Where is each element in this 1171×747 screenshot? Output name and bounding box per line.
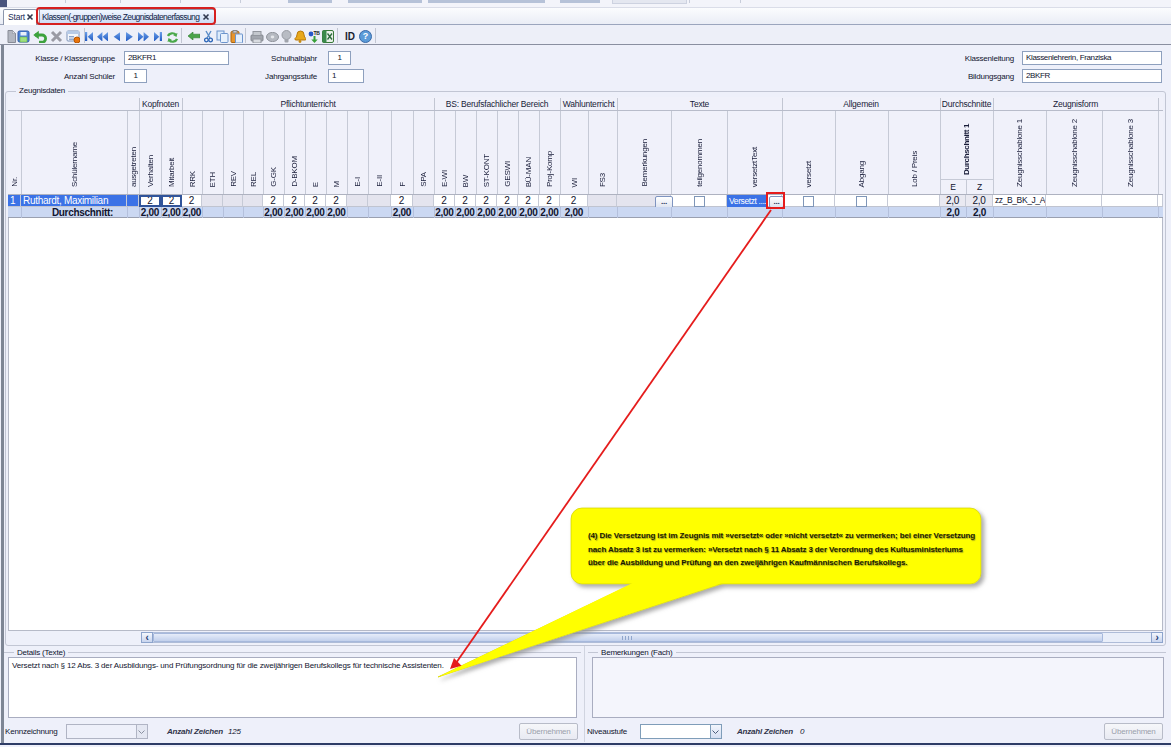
svg-text:TB: TB xyxy=(314,30,321,36)
svg-text:?: ? xyxy=(363,31,368,41)
